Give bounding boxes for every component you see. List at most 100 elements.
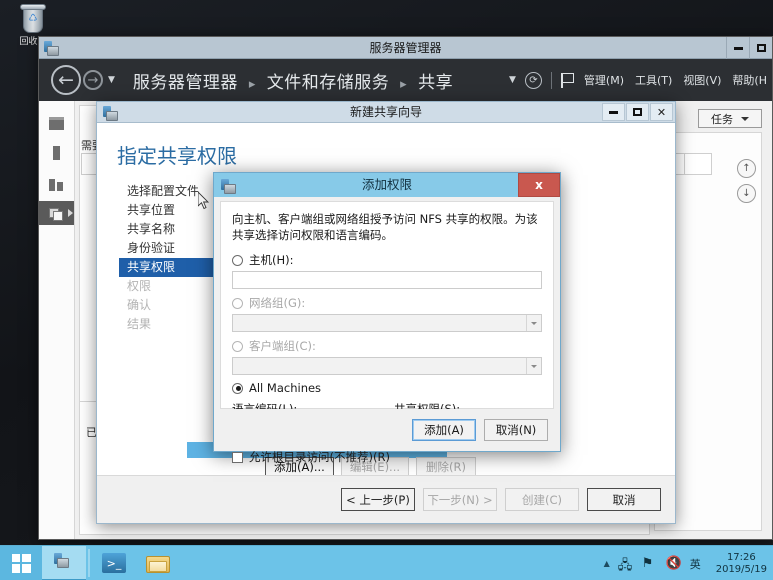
wizard-footer: < 上一步(P) 下一步(N) > 创建(C) 取消 bbox=[97, 475, 675, 523]
checkbox-icon bbox=[232, 451, 243, 463]
notifications-flag-icon[interactable] bbox=[560, 72, 574, 88]
taskbar-divider bbox=[88, 549, 90, 577]
toolbar-divider bbox=[550, 71, 552, 89]
maximize-button[interactable] bbox=[749, 37, 772, 59]
wizard-page-title: 指定共享权限 bbox=[117, 144, 237, 168]
dialog-footer: 添加(A) 取消(N) bbox=[214, 409, 560, 451]
radio-option-clientgroup[interactable]: 客户端组(C): bbox=[232, 338, 542, 354]
minimize-icon bbox=[609, 110, 618, 114]
desktop: ♺ 回收站 服务器管理器 ← → ▼ 服务器管理器 ▸ 文件和存储服务 ▸ 共享… bbox=[0, 0, 773, 580]
system-tray: ▲ 🖧 ⚑ 🔇 英 17:26 2019/5/19 bbox=[604, 546, 767, 580]
mouse-cursor bbox=[198, 192, 210, 210]
server-manager-icon bbox=[43, 40, 59, 56]
clock-date: 2019/5/19 bbox=[715, 563, 767, 575]
back-arrow-icon: ← bbox=[58, 69, 74, 91]
dialog-title: 添加权限 bbox=[361, 177, 412, 192]
taskbar-item-file-explorer[interactable] bbox=[136, 546, 180, 580]
maximize-icon bbox=[756, 44, 766, 52]
radio-icon bbox=[232, 297, 243, 309]
tasks-button-label: 任务 bbox=[711, 112, 733, 126]
taskbar: >_ ▲ 🖧 ⚑ 🔇 英 17:26 2019/5/19 bbox=[0, 545, 773, 580]
file-and-storage-services-icon bbox=[49, 207, 64, 221]
forward-arrow-icon: → bbox=[87, 72, 99, 88]
wizard-icon bbox=[102, 105, 118, 121]
recycle-bin-icon: ♺ bbox=[16, 2, 50, 36]
netgroup-combobox bbox=[232, 314, 542, 332]
radio-label-netgroup: 网络组(G): bbox=[249, 296, 306, 310]
all-servers-icon bbox=[49, 177, 64, 191]
back-button[interactable]: ← bbox=[51, 65, 81, 95]
menu-manage[interactable]: 管理(M) bbox=[583, 72, 625, 88]
breadcrumb-separator: ▸ bbox=[400, 76, 408, 92]
radio-label-clientgroup: 客户端组(C): bbox=[249, 339, 316, 353]
server-manager-sidebar bbox=[39, 101, 75, 539]
radio-option-host[interactable]: 主机(H): bbox=[232, 252, 542, 268]
local-server-icon bbox=[53, 146, 60, 160]
dialog-cancel-button[interactable]: 取消(N) bbox=[484, 419, 548, 441]
scroll-buttons: ↑ ↓ bbox=[737, 159, 756, 209]
table-cell bbox=[685, 154, 711, 174]
sidebar-item-local-server[interactable] bbox=[39, 141, 74, 165]
chevron-down-icon[interactable]: ▼ bbox=[509, 75, 516, 85]
breadcrumb-item-1[interactable]: 文件和存储服务 bbox=[267, 73, 390, 93]
arrow-down-icon[interactable]: ↓ bbox=[737, 184, 756, 203]
cancel-button[interactable]: 取消 bbox=[587, 488, 661, 511]
radio-option-netgroup[interactable]: 网络组(G): bbox=[232, 295, 542, 311]
taskbar-item-powershell[interactable]: >_ bbox=[92, 546, 136, 580]
add-permission-dialog: 添加权限 x 向主机、客户端组或网络组授予访问 NFS 共享的权限。为该共享选择… bbox=[213, 172, 561, 464]
wizard-step-share-name[interactable]: 共享名称 bbox=[119, 220, 217, 239]
chevron-down-icon bbox=[526, 358, 541, 374]
dialog-titlebar[interactable]: 添加权限 x bbox=[214, 173, 560, 197]
wizard-close-button[interactable]: ✕ bbox=[650, 103, 673, 121]
volume-muted-icon[interactable]: 🔇 bbox=[666, 556, 682, 572]
breadcrumb-item-0[interactable]: 服务器管理器 bbox=[133, 73, 238, 93]
wizard-step-authentication[interactable]: 身份验证 bbox=[119, 239, 217, 258]
forward-button[interactable]: → bbox=[83, 70, 103, 90]
wizard-window-controls: ✕ bbox=[602, 103, 673, 121]
radio-label-host: 主机(H): bbox=[249, 253, 294, 267]
ime-language-icon[interactable]: 英 bbox=[690, 556, 706, 572]
radio-option-all-machines[interactable]: All Machines bbox=[232, 381, 542, 395]
permission-icon bbox=[220, 178, 236, 194]
clientgroup-combobox bbox=[232, 357, 542, 375]
windows-start-icon bbox=[11, 553, 31, 573]
host-input[interactable] bbox=[232, 271, 542, 289]
dialog-description: 向主机、客户端组或网络组授予访问 NFS 共享的权限。为该共享选择访问权限和语言… bbox=[232, 212, 538, 242]
action-center-icon[interactable]: ⚑ bbox=[642, 556, 658, 572]
wizard-minimize-button[interactable] bbox=[602, 103, 625, 121]
refresh-icon[interactable]: ⟳ bbox=[524, 71, 542, 89]
wizard-step-share-permissions[interactable]: 共享权限 bbox=[119, 258, 217, 277]
menu-tools[interactable]: 工具(T) bbox=[634, 72, 673, 88]
tasks-button[interactable]: 任务 bbox=[698, 109, 762, 128]
previous-button[interactable]: < 上一步(P) bbox=[341, 488, 415, 511]
radio-label-all-machines: All Machines bbox=[249, 381, 322, 395]
chevron-down-icon bbox=[741, 116, 749, 121]
radio-icon bbox=[232, 254, 243, 266]
root-access-label: 允许根目录访问(不推荐)(R) bbox=[249, 450, 390, 464]
menu-help[interactable]: 帮助(H bbox=[731, 72, 768, 88]
minimize-button[interactable] bbox=[726, 37, 749, 59]
taskbar-item-server-manager[interactable] bbox=[42, 545, 86, 580]
server-manager-titlebar[interactable]: 服务器管理器 bbox=[39, 37, 772, 59]
start-button[interactable] bbox=[0, 545, 42, 580]
clock[interactable]: 17:26 2019/5/19 bbox=[714, 552, 767, 576]
show-hidden-icons-icon[interactable]: ▲ bbox=[604, 559, 610, 568]
sidebar-item-dashboard[interactable] bbox=[39, 111, 74, 135]
minimize-icon bbox=[733, 46, 743, 50]
next-button: 下一步(N) > bbox=[423, 488, 497, 511]
network-icon[interactable]: 🖧 bbox=[618, 556, 634, 573]
wizard-titlebar[interactable]: 新建共享向导 ✕ bbox=[97, 102, 675, 123]
sidebar-item-all-servers[interactable] bbox=[39, 171, 74, 195]
maximize-icon bbox=[633, 108, 642, 116]
menu-view[interactable]: 视图(V) bbox=[682, 72, 722, 88]
server-manager-header: ← → ▼ 服务器管理器 ▸ 文件和存储服务 ▸ 共享 ▼ ⟳ 管理(M) 工具… bbox=[39, 59, 772, 101]
root-access-checkbox-row[interactable]: 允许根目录访问(不推荐)(R) bbox=[232, 449, 542, 465]
chevron-down-icon[interactable]: ▼ bbox=[108, 75, 115, 85]
sidebar-item-file-and-storage-services[interactable] bbox=[39, 201, 74, 225]
window-controls bbox=[726, 37, 772, 59]
dialog-close-button[interactable]: x bbox=[518, 173, 560, 197]
dialog-add-button[interactable]: 添加(A) bbox=[412, 419, 476, 441]
arrow-up-icon[interactable]: ↑ bbox=[737, 159, 756, 178]
wizard-maximize-button[interactable] bbox=[626, 103, 649, 121]
breadcrumb-item-2[interactable]: 共享 bbox=[418, 73, 453, 93]
